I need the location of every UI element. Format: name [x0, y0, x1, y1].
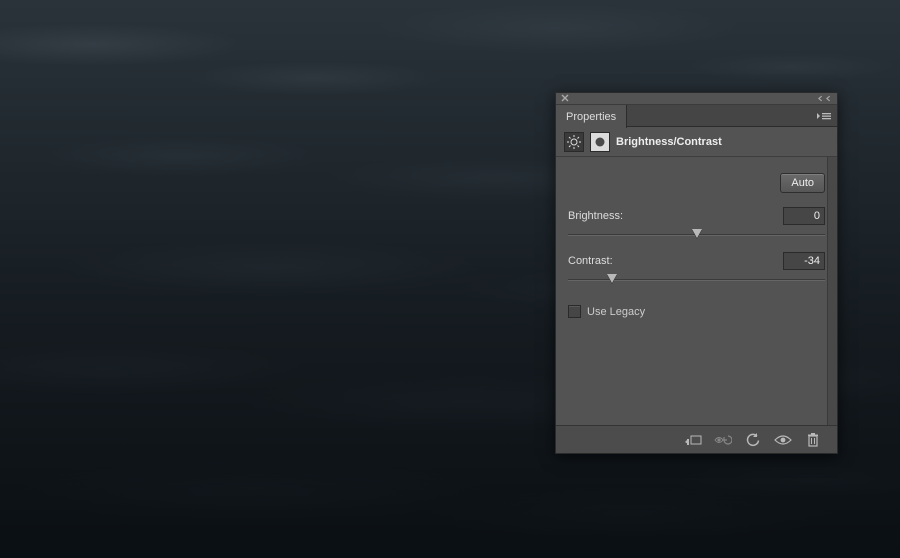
auto-button[interactable]: Auto [780, 173, 825, 193]
contrast-label: Contrast: [568, 255, 613, 267]
brightness-slider-thumb[interactable] [692, 229, 702, 238]
use-legacy-checkbox[interactable] [568, 305, 581, 318]
contrast-value: -34 [804, 255, 820, 267]
panel-titlebar[interactable] [556, 93, 837, 105]
contrast-slider-thumb[interactable] [607, 274, 617, 283]
brightness-contrast-icon[interactable] [564, 132, 584, 152]
panel-scroll-gutter [827, 157, 837, 425]
properties-panel: Properties [555, 92, 838, 454]
brightness-label: Brightness: [568, 210, 623, 222]
contrast-value-field[interactable]: -34 [783, 252, 825, 270]
tab-properties[interactable]: Properties [556, 105, 627, 128]
trash-icon[interactable] [803, 430, 823, 450]
panel-menu-icon[interactable] [815, 109, 833, 123]
contrast-row: Contrast: -34 [568, 252, 825, 287]
brightness-value: 0 [814, 210, 820, 222]
use-legacy-label: Use Legacy [587, 306, 645, 318]
tab-label: Properties [566, 111, 616, 123]
layer-mask-icon[interactable] [590, 132, 610, 152]
contrast-slider[interactable] [568, 273, 825, 287]
clip-to-layer-icon[interactable] [683, 430, 703, 450]
panel-tabbar: Properties [556, 105, 837, 127]
close-icon[interactable] [560, 94, 570, 104]
brightness-value-field[interactable]: 0 [783, 207, 825, 225]
auto-button-label: Auto [791, 177, 814, 189]
adjustment-title: Brightness/Contrast [616, 136, 722, 148]
use-legacy-row: Use Legacy [568, 305, 825, 318]
collapse-arrows-icon[interactable] [817, 95, 831, 103]
reset-icon[interactable] [743, 430, 763, 450]
adjustment-header: Brightness/Contrast [556, 127, 837, 157]
visibility-eye-icon[interactable] [773, 430, 793, 450]
view-previous-state-icon[interactable] [713, 430, 733, 450]
panel-footer [556, 425, 837, 453]
brightness-row: Brightness: 0 [568, 207, 825, 242]
brightness-slider[interactable] [568, 228, 825, 242]
panel-body: Auto Brightness: 0 Contrast: [556, 157, 837, 425]
